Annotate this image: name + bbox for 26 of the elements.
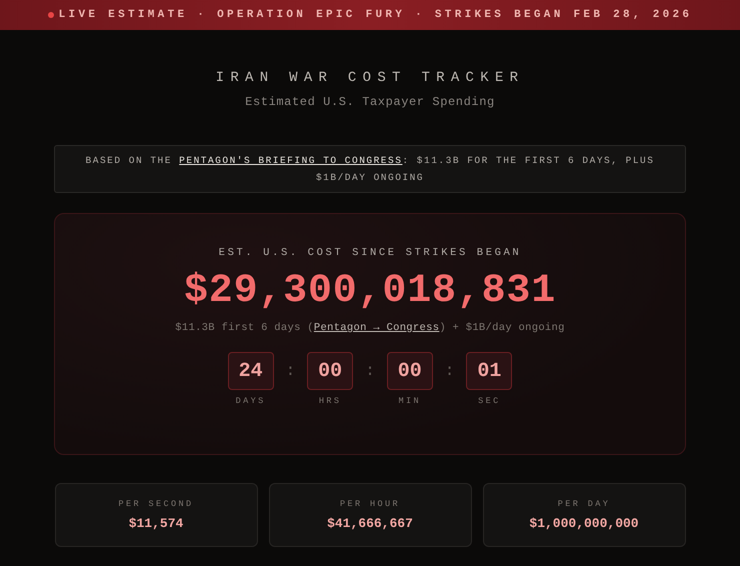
timer-unit: HRS xyxy=(318,396,342,406)
source-notice: BASED ON THE PENTAGON'S BRIEFING TO CONGRESS: $11.3B FOR THE FIRST 6 DAYS, PLUS $1B/DAY ONGOING xyxy=(54,145,686,193)
rate-label: PER SECOND xyxy=(118,499,194,509)
rate-value: $1,000,000,000 xyxy=(529,516,639,531)
banner-text: LIVE ESTIMATE · OPERATION EPIC FURY · STRIKES BEGAN FEB 28, 2026 xyxy=(58,9,692,21)
briefing-link[interactable]: PENTAGON'S BRIEFING TO CONGRESS xyxy=(179,155,402,166)
timer-value: 01 xyxy=(466,352,512,390)
timer-value: 00 xyxy=(307,352,354,390)
timer-separator: : xyxy=(444,361,454,382)
timer-unit: MIN xyxy=(398,396,422,406)
rate-label: PER HOUR xyxy=(340,499,400,509)
timer-unit: SEC xyxy=(478,396,501,406)
cost-amount: $29,300,018,831 xyxy=(184,268,556,316)
timer-separator: : xyxy=(286,361,296,382)
rate-label: PER DAY xyxy=(558,499,610,509)
rate-value: $11,574 xyxy=(128,516,184,531)
timer-separator: : xyxy=(365,361,375,382)
source-link[interactable]: Pentagon → Congress xyxy=(314,322,440,334)
cost-label: EST. U.S. COST SINCE STRIKES BEGAN xyxy=(218,247,522,259)
page-subtitle: Estimated U.S. Taxpayer Spending xyxy=(245,95,495,109)
timer-value: 24 xyxy=(228,352,274,390)
page-title: IRAN WAR COST TRACKER xyxy=(216,70,524,86)
timer-value: 00 xyxy=(386,352,433,390)
cost-note: $11.3B first 6 days (Pentagon → Congress) + $1B/day ongoing xyxy=(175,322,565,334)
timer-unit: DAYS xyxy=(236,396,266,406)
rate-value: $41,666,667 xyxy=(327,516,413,531)
